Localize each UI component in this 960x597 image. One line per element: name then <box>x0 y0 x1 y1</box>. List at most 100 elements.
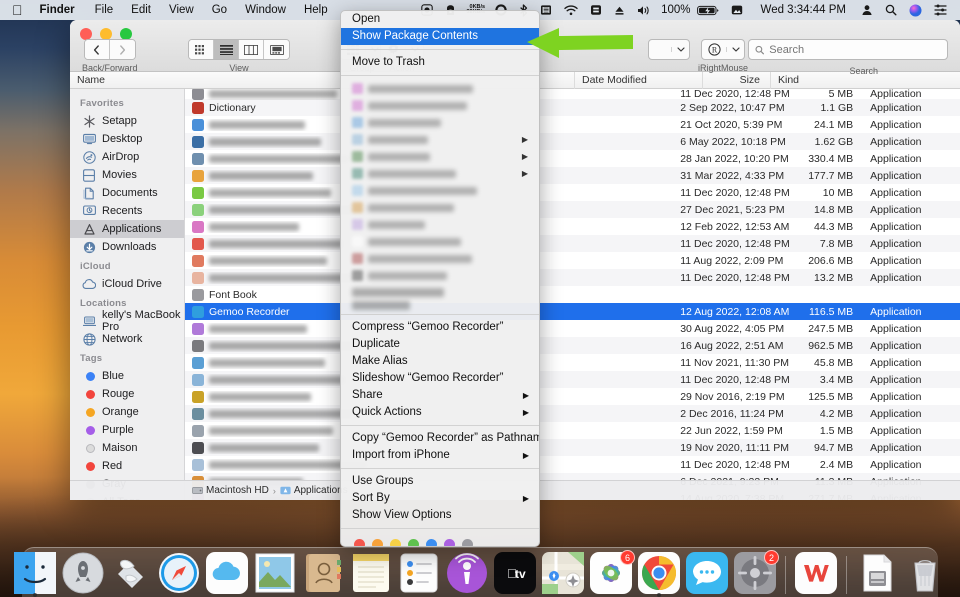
context-menu[interactable]: Open Show Package Contents Move to Trash ▶ ▶… <box>340 10 540 547</box>
icon-view-icon[interactable] <box>189 40 214 59</box>
control-center-icon[interactable] <box>928 4 953 16</box>
search-input[interactable] <box>769 43 941 56</box>
photos-icon[interactable] <box>725 4 749 16</box>
sidebar-item-kelly-s-macbook-pro[interactable]: kelly's MacBook Pro <box>70 309 184 333</box>
dock-item-preview[interactable] <box>110 552 152 594</box>
menu-item-blurred[interactable]: ▶ <box>341 131 539 148</box>
tag-color-swatch[interactable] <box>354 539 365 546</box>
menu-item-view[interactable]: View <box>160 0 203 20</box>
dock-item-messages[interactable] <box>686 552 728 594</box>
sidebar-item-movies[interactable]: Movies <box>70 166 184 184</box>
dock-item-downloads-stack[interactable] <box>856 552 898 594</box>
menu-item-use-groups[interactable]: Use Groups <box>341 473 539 490</box>
sidebar-item-rouge[interactable]: Rouge <box>70 385 184 403</box>
sidebar-item-airdrop[interactable]: AirDrop <box>70 148 184 166</box>
column-header-size[interactable]: Size <box>703 71 771 89</box>
sidebar-item-purple[interactable]: Purple <box>70 421 184 439</box>
sidebar-item-downloads[interactable]: Downloads <box>70 238 184 256</box>
table-row[interactable]: 19 Nov 2020, 11:11 PM 94.7 MB Application <box>185 439 960 456</box>
table-row[interactable]: 2 Dec 2016, 11:24 PM 4.2 MB Application <box>185 405 960 422</box>
tag-color-swatch[interactable] <box>444 539 455 546</box>
menu-bar-clock[interactable]: Wed 3:34:44 PM <box>749 4 855 16</box>
menu-item-show-view-options[interactable]: Show View Options <box>341 507 539 524</box>
file-list[interactable]: 11 Dec 2020, 12:48 PM 5 MB Application Dict… <box>185 89 960 500</box>
table-row[interactable]: 21 Oct 2020, 5:39 PM 24.1 MB Application <box>185 116 960 133</box>
menu-item-blurred[interactable] <box>341 250 539 267</box>
sidebar-item-documents[interactable]: Documents <box>70 184 184 202</box>
forward-button[interactable] <box>109 40 135 59</box>
eject-icon[interactable] <box>608 5 631 16</box>
wifi-icon[interactable] <box>558 4 584 16</box>
menu-item-copy-gemoo-recorder-as-pathname[interactable]: Copy “Gemoo Recorder” as Pathname <box>341 430 539 447</box>
dock-item-safari[interactable] <box>158 552 200 594</box>
sidebar-item-icloud-drive[interactable]: iCloud Drive <box>70 275 184 293</box>
display-icon[interactable] <box>584 4 608 16</box>
menu-item-blurred[interactable] <box>341 267 539 284</box>
table-row[interactable]: 6 May 2022, 10:18 PM 1.62 GB Application <box>185 133 960 150</box>
sidebar-item-blue[interactable]: Blue <box>70 367 184 385</box>
table-row[interactable]: 11 Dec 2020, 12:48 PM 10 MB Application <box>185 184 960 201</box>
table-row[interactable]: 11 Dec 2020, 12:48 PM 2.4 MB Application <box>185 456 960 473</box>
menu-item-duplicate[interactable]: Duplicate <box>341 336 539 353</box>
sidebar-item-orange[interactable]: Orange <box>70 403 184 421</box>
menu-item-go[interactable]: Go <box>203 0 236 20</box>
column-header-date-modified[interactable]: Date Modified <box>575 71 703 89</box>
menu-item-quick-actions[interactable]: Quick Actions ▶ <box>341 404 539 421</box>
path-item-macintosh-hd[interactable]: Macintosh HD <box>192 485 269 496</box>
menu-tag-colors[interactable] <box>341 533 539 546</box>
tag-color-swatch[interactable] <box>462 539 473 546</box>
sidebar-item-setapp[interactable]: Setapp <box>70 112 184 130</box>
menu-item-move-to-trash[interactable]: Move to Trash <box>341 54 539 71</box>
gallery-view-icon[interactable] <box>264 40 289 59</box>
table-row[interactable]: 11 Aug 2022, 2:09 PM 206.6 MB Application <box>185 252 960 269</box>
table-row[interactable]: Gemoo Recorder 12 Aug 2022, 12:08 AM 116.5… <box>185 303 960 320</box>
finder-sidebar[interactable]: Favorites Setapp Desktop AirDrop Movies Docum… <box>70 89 185 500</box>
table-row[interactable]: 11 Dec 2020, 12:48 PM 7.8 MB Application <box>185 235 960 252</box>
sidebar-item-maison[interactable]: Maison <box>70 439 184 457</box>
volume-icon[interactable] <box>631 5 657 16</box>
path-item-applications[interactable]: Applications <box>280 485 348 496</box>
menu-item-blurred[interactable] <box>341 80 539 97</box>
spotlight-search-icon[interactable] <box>879 4 903 16</box>
dock-item-maps[interactable] <box>542 552 584 594</box>
dock-item-chrome[interactable] <box>638 552 680 597</box>
sidebar-item-recents[interactable]: Recents <box>70 202 184 220</box>
menu-item-make-alias[interactable]: Make Alias <box>341 353 539 370</box>
sidebar-item-desktop[interactable]: Desktop <box>70 130 184 148</box>
dock-item-trash[interactable] <box>904 552 946 594</box>
menu-item-blurred[interactable] <box>341 216 539 233</box>
list-view-icon[interactable] <box>214 40 239 59</box>
battery-percent-label[interactable]: 100% <box>657 4 690 16</box>
back-forward-segment[interactable] <box>83 39 136 60</box>
user-icon[interactable] <box>855 4 879 16</box>
tag-color-swatch[interactable] <box>426 539 437 546</box>
menu-item-blurred[interactable] <box>341 199 539 216</box>
dock-item-notes[interactable] <box>350 552 392 594</box>
dock-item-photos[interactable]: 6 <box>590 550 635 594</box>
table-row[interactable]: 30 Aug 2022, 4:05 PM 247.5 MB Application <box>185 320 960 337</box>
dock-item-contacts[interactable] <box>302 552 344 594</box>
dock-item-photos-stamp[interactable] <box>254 552 296 594</box>
table-row[interactable]: 28 Jan 2022, 10:20 PM 330.4 MB Application <box>185 150 960 167</box>
table-row[interactable]: 11 Nov 2021, 11:30 PM 45.8 MB Application <box>185 354 960 371</box>
menu-item-blurred[interactable] <box>341 182 539 199</box>
table-row[interactable]: Dictionary 2 Sep 2022, 10:47 PM 1.1 GB Appl… <box>185 99 960 116</box>
view-segment[interactable] <box>188 39 290 60</box>
table-row[interactable]: 16 Aug 2022, 2:51 AM 962.5 MB Application <box>185 337 960 354</box>
menu-item-help[interactable]: Help <box>295 0 337 20</box>
siri-icon[interactable] <box>903 4 928 17</box>
table-row[interactable]: 12 Feb 2022, 12:53 AM 44.3 MB Application <box>185 218 960 235</box>
table-row[interactable]: 11 Dec 2020, 12:48 PM 5 MB Application <box>185 89 960 100</box>
menu-item-blurred[interactable] <box>341 97 539 114</box>
menu-item-blurred[interactable]: ▶ <box>341 165 539 182</box>
menu-item-edit[interactable]: Edit <box>122 0 160 20</box>
dock-item-wps-office[interactable] <box>795 552 837 594</box>
battery-charging-icon[interactable] <box>691 5 725 16</box>
table-row[interactable]: 31 Mar 2022, 4:33 PM 177.7 MB Application <box>185 167 960 184</box>
menu-item-import-from-iphone[interactable]: Import from iPhone ▶ <box>341 447 539 464</box>
dock-item-icloud[interactable] <box>206 552 248 594</box>
dock-item-launchpad[interactable] <box>62 552 104 594</box>
menu-item-finder[interactable]: Finder <box>34 0 86 20</box>
tag-color-swatch[interactable] <box>372 539 383 546</box>
apple-icon[interactable]:  <box>0 0 34 20</box>
